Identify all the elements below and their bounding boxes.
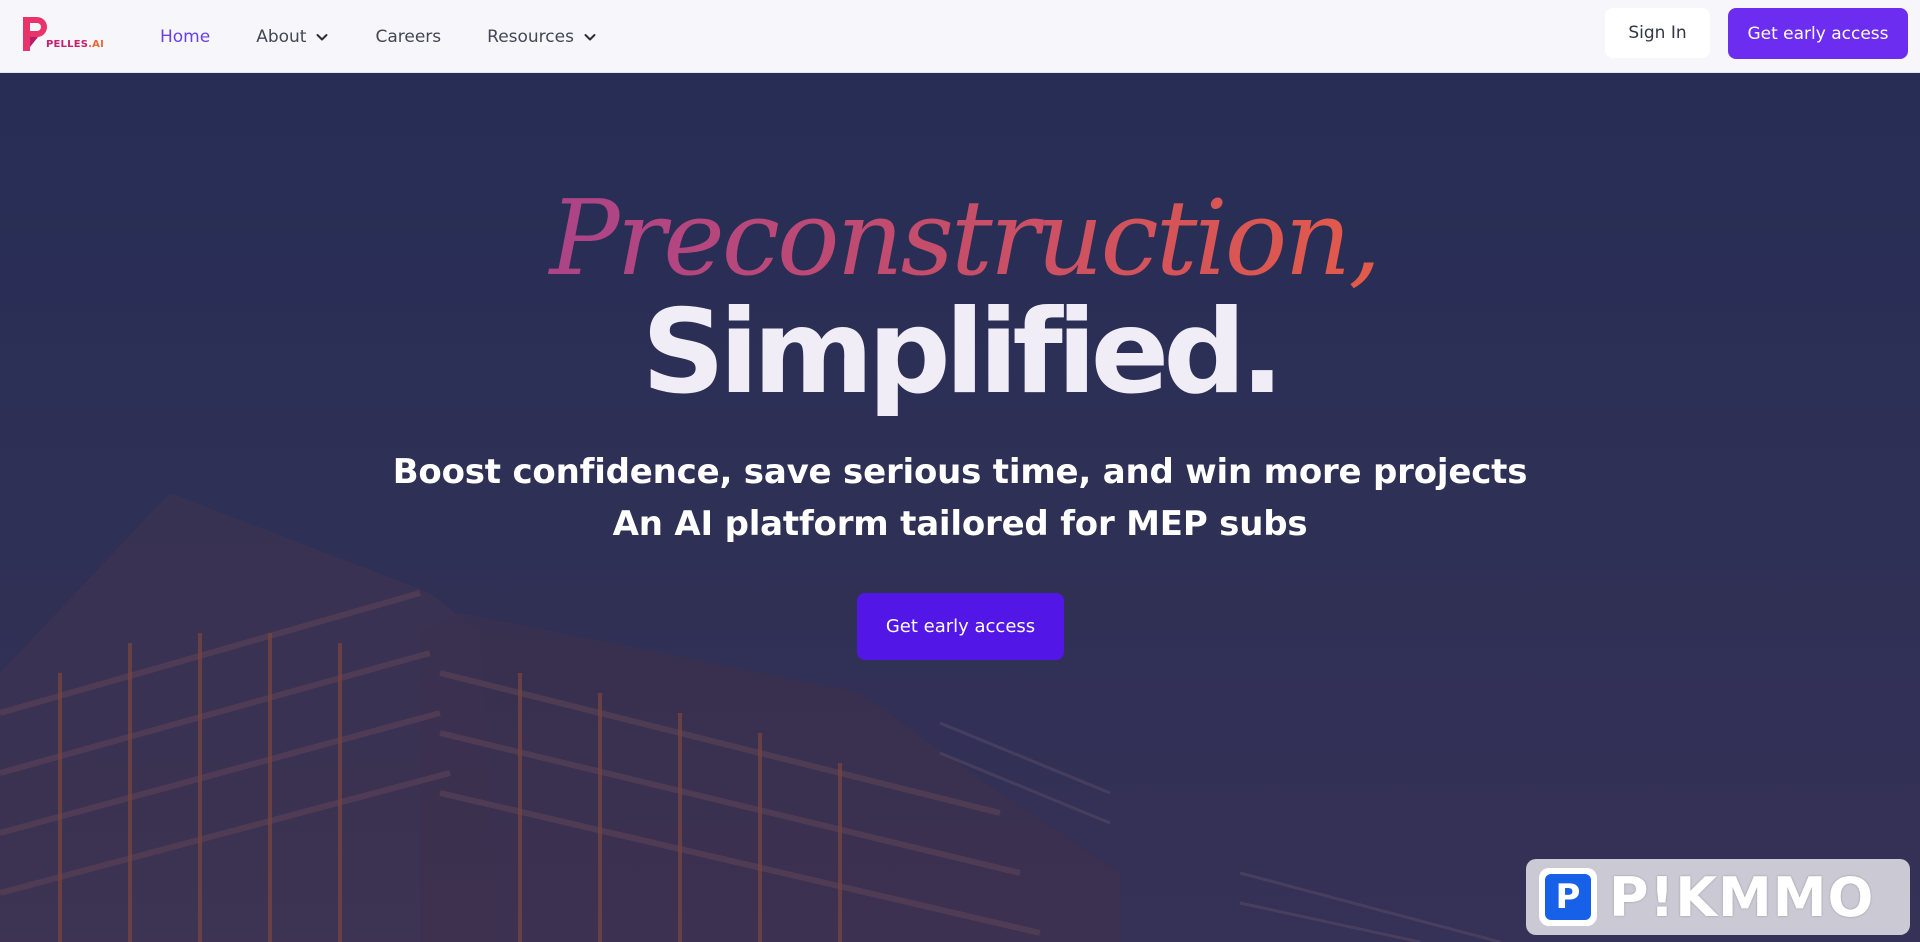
brand-name: PELLES [46, 39, 89, 50]
nav-item-about[interactable]: About [256, 27, 329, 47]
brand-logo[interactable]: PELLES.AI [20, 15, 110, 53]
sign-in-button[interactable]: Sign In [1605, 8, 1710, 58]
nav-item-label: About [256, 26, 307, 47]
brand-suffix: .AI [88, 39, 104, 50]
nav-item-home[interactable]: Home [160, 27, 210, 47]
pikmmo-watermark: P P!KMMO [1526, 859, 1910, 935]
brand-wordmark: PELLES.AI [46, 39, 104, 50]
nav-item-label: Home [160, 26, 211, 47]
watermark-text: P!KMMO [1609, 865, 1875, 929]
hero-subtitle-line-2: An AI platform tailored for MEP subs [612, 504, 1308, 544]
hero-get-early-access-button[interactable]: Get early access [857, 593, 1064, 660]
watermark-badge-letter: P [1545, 874, 1591, 920]
nav-item-label: Careers [375, 26, 442, 47]
nav-item-careers[interactable]: Careers [375, 27, 441, 47]
chevron-down-icon [316, 33, 328, 40]
chevron-down-icon [584, 33, 596, 40]
watermark-badge: P [1539, 868, 1597, 926]
top-navbar: PELLES.AI Home About Careers Resources S… [0, 0, 1920, 73]
nav-item-label: Resources [487, 26, 574, 47]
hero-subtitle-line-1: Boost confidence, save serious time, and… [392, 452, 1528, 492]
hero-section: Preconstruction, Simplified. Boost confi… [0, 73, 1920, 942]
main-nav: Home About Careers Resources [160, 0, 643, 73]
nav-item-resources[interactable]: Resources [487, 27, 597, 47]
nav-get-early-access-button[interactable]: Get early access [1728, 8, 1908, 59]
hero-headline: Simplified. [641, 285, 1285, 420]
